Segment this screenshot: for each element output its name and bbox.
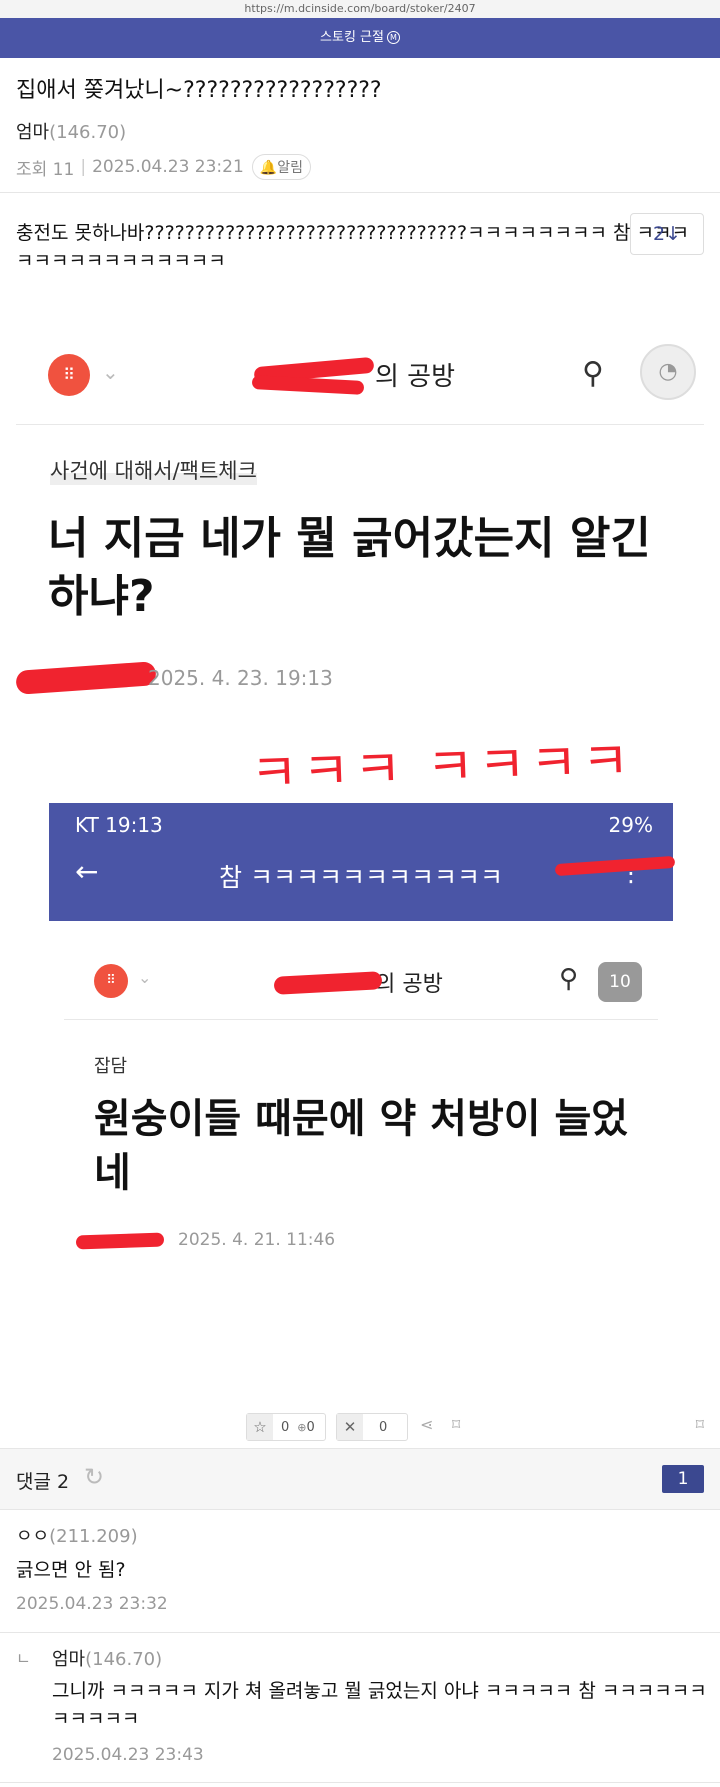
dislike-button[interactable]: ✕ 0 <box>336 1413 408 1441</box>
comment-text: 그니까 ㅋㅋㅋㅋㅋ 지가 쳐 올려놓고 뭘 긁었는지 아냐 ㅋㅋㅋㅋㅋ 참 ㅋㅋ… <box>52 1680 707 1730</box>
bookmark-icon[interactable]: ⌑ <box>452 1415 460 1434</box>
post-category-2: 잡담 <box>94 1056 128 1077</box>
share-icon[interactable]: ⋖ <box>420 1415 433 1434</box>
phone-status-left: KT 19:13 <box>75 813 163 837</box>
post-actions: ☆ 0 ⊕ 0 ✕ 0 ⋖ ⌑ ⌑ <box>0 1413 720 1443</box>
embedded-date: 2025. 4. 23. 19:13 <box>148 666 333 690</box>
comment-date: 2025.04.23 23:43 <box>52 1745 204 1765</box>
post-date: 2025.04.23 23:21 <box>92 157 244 177</box>
bookmark-icon[interactable]: ⌑ <box>696 1415 704 1434</box>
meta-divider: | <box>80 157 87 177</box>
blog-header-2: ⠿ ⌄ 의 공방 ⚲ 10 <box>64 950 658 1020</box>
minor-gallery-badge: M <box>386 31 400 44</box>
x-icon: ✕ <box>337 1414 363 1440</box>
gallery-name[interactable]: 스토킹 근절 <box>320 30 384 45</box>
post-title: 집애서 쫒겨났니~????????????????? <box>16 78 382 103</box>
search-icon: ⚲ <box>582 356 604 391</box>
post-header: 집애서 쫒겨났니~????????????????? 엄마(146.70) 조회… <box>0 58 720 255</box>
author-ip: (146.70) <box>49 122 127 143</box>
reply-mark: ㄴ <box>16 1649 31 1668</box>
view-count: 조회 11 <box>16 159 75 180</box>
author-name[interactable]: 엄마 <box>16 122 49 143</box>
url-bar: https://m.dcinside.com/board/stoker/2407 <box>0 0 720 18</box>
bell-icon: 🔔 <box>259 160 278 176</box>
post-body: 충전도 못하나바????????????????????????????????… <box>16 222 689 272</box>
notification-badge: 10 <box>598 962 642 1002</box>
recommend-button[interactable]: ☆ 0 ⊕ 0 <box>246 1413 326 1441</box>
comment-page-button[interactable]: 1 <box>662 1465 704 1493</box>
redaction-mark <box>15 661 157 695</box>
handwritten-scribble: ㅋㅋㅋ ㅋㅋㅋㅋ <box>249 731 635 805</box>
post-category: 사건에 대해서/팩트체크 <box>50 455 257 485</box>
embedded-title-2: 원숭이들 때문에 약 처방이 늘었네 <box>94 1096 629 1196</box>
comments-count: 댓글 2 <box>16 1471 70 1493</box>
embedded-title: 너 지금 네가 뭘 긁어갔는지 알긴 하냐? <box>48 513 651 622</box>
post-author[interactable]: 엄마(146.70) <box>16 118 704 144</box>
fix-recommend-icon: ⊕ <box>297 1420 307 1434</box>
comment-author[interactable]: 엄마(146.70) <box>52 1645 162 1671</box>
gallery-header[interactable]: 스토킹 근절 M <box>0 18 720 58</box>
post-meta: 조회 11 | 2025.04.23 23:21 🔔알림 <box>16 154 704 180</box>
reply-item: ㄴ 엄마(146.70) 그니까 ㅋㅋㅋㅋㅋ 지가 쳐 올려놓고 뭘 긁었는지 … <box>0 1633 720 1783</box>
fix-recommend-count: 0 <box>306 1419 315 1435</box>
alarm-button[interactable]: 🔔알림 <box>251 154 311 180</box>
avatar: ◔ <box>640 344 696 400</box>
comment-date: 2025.04.23 23:32 <box>16 1594 168 1614</box>
search-icon: ⚲ <box>558 964 578 994</box>
recommend-count: 0 <box>281 1419 290 1435</box>
embedded-date-2: 2025. 4. 21. 11:46 <box>178 1230 336 1250</box>
comment-item: ㅇㅇ(211.209) 긁으면 안 됨? 2025.04.23 23:32 <box>0 1510 720 1633</box>
blog-header: ⠿ ⌄ 의 공방 ⚲ ◔ <box>16 330 704 425</box>
comment-jump-button[interactable]: 2↓ <box>630 213 704 255</box>
phone-status-right: 29% <box>608 813 653 837</box>
comment-text: 긁으면 안 됨? <box>16 1559 126 1581</box>
dislike-count: 0 <box>379 1419 388 1435</box>
star-icon: ☆ <box>247 1414 273 1440</box>
comment-author[interactable]: ㅇㅇ(211.209) <box>16 1522 138 1548</box>
comments-header: 댓글 2 ↻ 1 <box>0 1448 720 1510</box>
embedded-screenshot: ⠿ ⌄ 의 공방 ⚲ ◔ 사건에 대해서/팩트체크 너 지금 네가 뭘 긁어갔는… <box>0 330 720 1320</box>
alarm-label: 알림 <box>277 160 303 176</box>
redaction-mark <box>75 1232 165 1250</box>
refresh-icon[interactable]: ↻ <box>84 1463 104 1491</box>
